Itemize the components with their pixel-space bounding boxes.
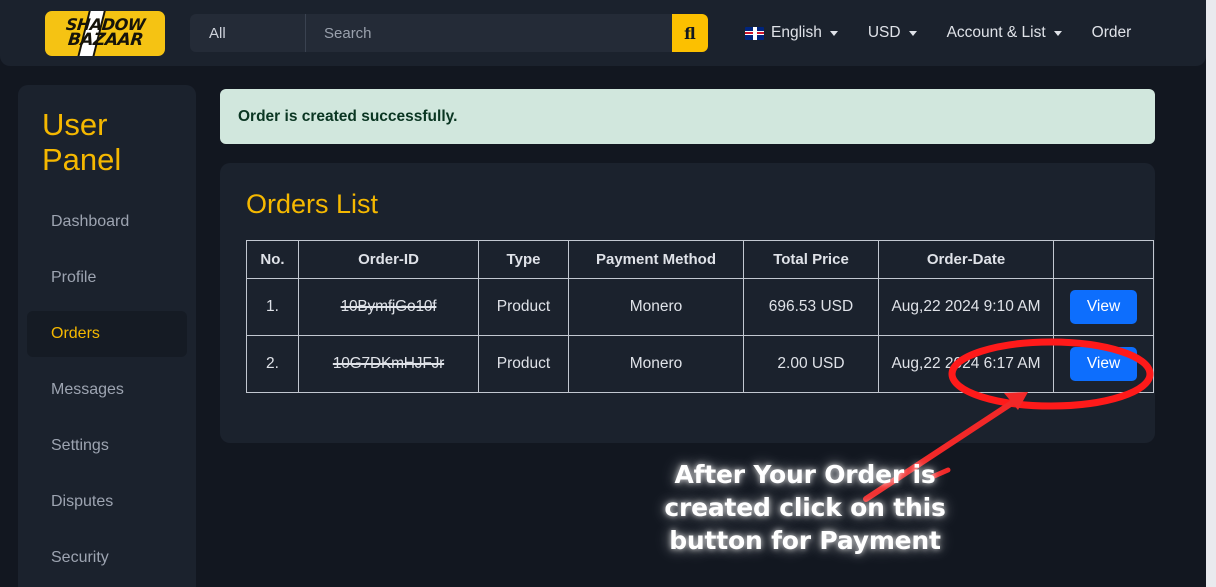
nav-item-language[interactable]: English xyxy=(730,18,853,48)
cell-order-id: 10G7DKmHJFJr xyxy=(298,335,479,393)
sidebar-item-orders[interactable]: Orders xyxy=(27,311,187,358)
cell-payment-method: Monero xyxy=(568,278,744,336)
cell-order-date: Aug,22 2024 9:10 AM xyxy=(878,278,1054,336)
column-header-payment-method: Payment Method xyxy=(568,240,744,279)
sidebar-item-disputes[interactable]: Disputes xyxy=(27,479,187,525)
table-row: 2. 10G7DKmHJFJr Product Monero 2.00 USD … xyxy=(246,335,1154,393)
cell-total-price: 2.00 USD xyxy=(743,335,879,393)
cell-order-date: Aug,22 2024 6:17 AM xyxy=(878,335,1054,393)
logo-line-2: BAZAAR xyxy=(66,29,144,50)
nav-item-currency-label: USD xyxy=(867,24,901,41)
annotation-text: After Your Order is created click on thi… xyxy=(640,458,970,557)
view-order-button[interactable]: View xyxy=(1069,290,1138,324)
search-input[interactable] xyxy=(306,14,672,52)
table-header-row: No. Order-ID Type Payment Method Total P… xyxy=(246,240,1154,279)
nav-item-order-label: Order xyxy=(1091,24,1132,41)
orders-list-card: Orders List No. Order-ID Type Payment Me… xyxy=(220,163,1155,443)
shadow-bazaar-logo[interactable]: SHADOW BAZAAR xyxy=(45,10,165,56)
order-id-value: 10BymfjGo10f xyxy=(340,298,437,315)
cell-order-id: 10BymfjGo10f xyxy=(298,278,479,336)
cell-actions: View xyxy=(1053,278,1154,336)
cell-no: 1. xyxy=(246,278,299,336)
user-panel-sidebar: User Panel Dashboard Profile Orders Mess… xyxy=(18,85,196,587)
table-row: 1. 10BymfjGo10f Product Monero 696.53 US… xyxy=(246,278,1154,336)
nav-item-currency[interactable]: USD xyxy=(853,18,932,48)
order-id-value: 10G7DKmHJFJr xyxy=(332,355,445,372)
annotation-line-1: After Your Order is xyxy=(674,460,936,489)
chevron-down-icon xyxy=(908,30,917,36)
cell-type: Product xyxy=(478,278,569,336)
nav-item-language-label: English xyxy=(771,24,822,41)
cell-no: 2. xyxy=(246,335,299,393)
sidebar-title: User Panel xyxy=(42,107,122,178)
column-header-type: Type xyxy=(478,240,569,279)
success-alert: Order is created successfully. xyxy=(220,89,1155,144)
search-icon[interactable]: fl xyxy=(672,14,708,52)
column-header-order-id: Order-ID xyxy=(298,240,479,279)
top-navbar: SHADOW BAZAAR All fl English USD Account… xyxy=(0,0,1206,66)
column-header-order-date: Order-Date xyxy=(878,240,1054,279)
column-header-no: No. xyxy=(246,240,299,279)
nav-item-order[interactable]: Order xyxy=(1077,18,1147,48)
sidebar-item-settings[interactable]: Settings xyxy=(27,423,187,469)
column-header-total-price: Total Price xyxy=(743,240,879,279)
annotation-line-3: button for Payment xyxy=(669,526,941,555)
sidebar-item-messages[interactable]: Messages xyxy=(27,367,187,413)
sidebar-item-profile[interactable]: Profile xyxy=(27,255,187,301)
cell-type: Product xyxy=(478,335,569,393)
chevron-down-icon xyxy=(1053,30,1062,36)
view-order-button-highlighted[interactable]: View xyxy=(1069,347,1138,381)
search-bar: All fl xyxy=(190,14,708,52)
chevron-down-icon xyxy=(829,30,838,36)
orders-table: No. Order-ID Type Payment Method Total P… xyxy=(246,240,1154,393)
page-title: Orders List xyxy=(246,189,379,219)
sidebar-item-dashboard[interactable]: Dashboard xyxy=(27,199,187,245)
search-category-dropdown[interactable]: All xyxy=(190,14,306,52)
column-header-actions xyxy=(1053,240,1154,279)
app-root: SHADOW BAZAAR All fl English USD Account… xyxy=(0,0,1216,587)
sidebar-item-security[interactable]: Security xyxy=(27,535,187,581)
navbar-items: English USD Account & List Order xyxy=(730,18,1146,48)
success-alert-message: Order is created successfully. xyxy=(238,107,458,125)
cell-actions: View xyxy=(1053,335,1154,393)
cell-payment-method: Monero xyxy=(568,335,744,393)
nav-item-account-label: Account & List xyxy=(946,24,1046,41)
annotation-line-2: created click on this xyxy=(664,493,946,522)
cell-total-price: 696.53 USD xyxy=(743,278,879,336)
uk-flag-icon xyxy=(745,26,764,40)
nav-item-account[interactable]: Account & List xyxy=(932,18,1077,48)
